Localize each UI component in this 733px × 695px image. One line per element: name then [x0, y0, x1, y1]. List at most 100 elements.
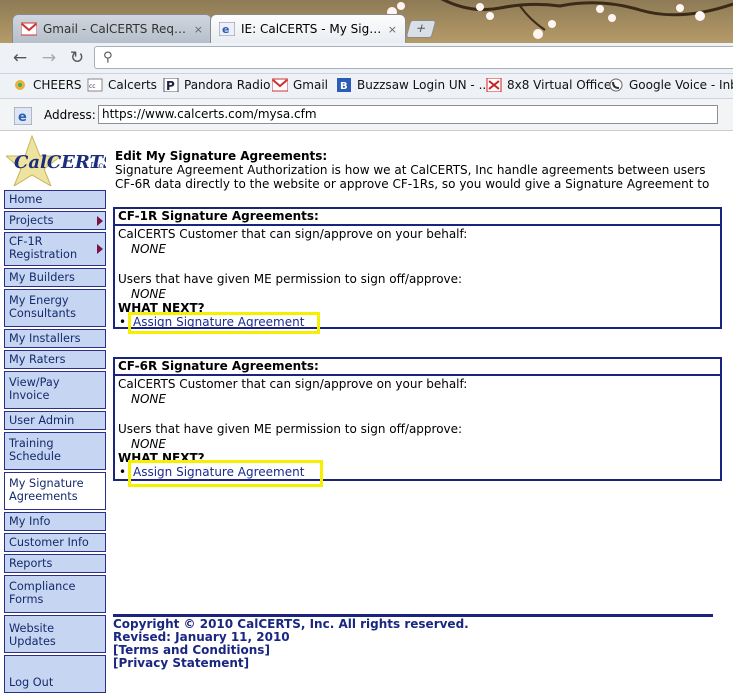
calcerts-logo: CalCERTS Inc.	[6, 134, 106, 186]
phone-icon	[608, 78, 624, 92]
svg-text:P: P	[166, 79, 175, 92]
privacy-link[interactable]: [Privacy Statement]	[113, 657, 713, 670]
sidebar-item-label: User Admin	[9, 414, 75, 427]
navigation-toolbar: ← → ↻ ⚲	[0, 43, 733, 74]
sidebar-item-label: My Installers	[9, 332, 81, 345]
sidebar-item-my-signature-agreements[interactable]: My Signature Agreements	[4, 472, 106, 510]
sidebar-item-website-updates[interactable]: Website Updates	[4, 615, 106, 653]
users-label: Users that have given ME permission to s…	[118, 272, 463, 286]
bookmark-label: CHEERS	[33, 78, 82, 92]
bookmark-label: 8x8 Virtual Office	[507, 78, 612, 92]
bookmark-buzzsaw[interactable]: B Buzzsaw Login UN - ...	[336, 78, 490, 92]
page-footer: Copyright © 2010 CalCERTS, Inc. All righ…	[113, 614, 713, 670]
pandora-icon: P	[163, 77, 179, 93]
sidebar-item-my-raters[interactable]: My Raters	[4, 350, 106, 369]
svg-text:e: e	[222, 23, 229, 36]
sidebar-item-my-builders[interactable]: My Builders	[4, 268, 106, 287]
tab-gmail[interactable]: Gmail - CalCERTS Reques... ×	[12, 14, 212, 43]
sidebar-item-label: Customer Info	[9, 536, 89, 549]
sidebar-item-projects[interactable]: Projects	[4, 211, 106, 230]
forward-arrow-icon[interactable]: →	[38, 48, 60, 68]
bookmark-label: Pandora Radio	[184, 78, 271, 92]
reload-icon[interactable]: ↻	[66, 48, 88, 68]
sidebar-item-customer-info[interactable]: Customer Info	[4, 533, 106, 552]
section-heading: CF-6R Signature Agreements:	[115, 359, 720, 376]
search-icon: ⚲	[103, 50, 113, 65]
sidebar-item-label: My Energy Consultants	[9, 294, 76, 320]
svg-text:B: B	[340, 81, 348, 92]
svg-text:e: e	[18, 110, 27, 125]
calcerts-icon: cc	[87, 78, 103, 92]
tab-label: Gmail - CalCERTS Reques...	[43, 22, 190, 36]
ie-icon: e	[218, 21, 236, 37]
address-input[interactable]: https://www.calcerts.com/mysa.cfm	[98, 105, 718, 124]
sidebar-item-label: My Builders	[9, 271, 75, 284]
page-title: Edit My Signature Agreements:	[115, 149, 328, 163]
bookmark-label: Google Voice - Inbox	[629, 78, 733, 92]
buzzsaw-icon: B	[336, 78, 352, 92]
highlight-box	[128, 312, 320, 334]
users-label: Users that have given ME permission to s…	[118, 422, 463, 436]
users-value: NONE	[131, 287, 166, 301]
address-label: Address:	[44, 108, 96, 122]
bookmark-8x8[interactable]: 8x8 Virtual Office	[486, 77, 612, 93]
sidebar-item-my-energy-consultants[interactable]: My Energy Consultants	[4, 289, 106, 327]
main-content: Edit My Signature Agreements: Signature …	[115, 149, 733, 191]
submenu-arrow-icon	[97, 244, 103, 254]
bookmark-google-voice[interactable]: Google Voice - Inbox	[608, 78, 733, 92]
sidebar-item-label: Compliance Forms	[9, 580, 76, 606]
highlight-box	[128, 460, 323, 487]
sidebar-item-cf1r-registration[interactable]: CF-1R Registration	[4, 232, 106, 266]
new-tab-button[interactable]: +	[405, 20, 437, 38]
customer-label: CalCERTS Customer that can sign/approve …	[118, 377, 468, 391]
bookmarks-bar: CHEERS cc Calcerts P Pandora Radio Gmail…	[0, 74, 733, 99]
cf1r-agreements-box: CF-1R Signature Agreements: CalCERTS Cus…	[113, 207, 722, 330]
description-line: Signature Agreement Authorization is how…	[115, 163, 706, 177]
8x8-icon	[486, 77, 502, 93]
ie-icon: e	[14, 107, 32, 125]
sidebar-item-training-schedule[interactable]: Training Schedule	[4, 432, 106, 470]
bookmark-gmail[interactable]: Gmail	[271, 78, 328, 92]
omnibox-input[interactable]: ⚲	[94, 46, 733, 69]
back-arrow-icon[interactable]: ←	[9, 48, 31, 68]
sidebar-item-reports[interactable]: Reports	[4, 554, 106, 573]
tab-close-icon[interactable]: ×	[194, 23, 203, 36]
tab-strip: Gmail - CalCERTS Reques... × e IE: CalCE…	[0, 0, 733, 43]
customer-label: CalCERTS Customer that can sign/approve …	[118, 227, 468, 241]
bookmark-calcerts[interactable]: cc Calcerts	[87, 78, 157, 92]
sidebar-item-my-installers[interactable]: My Installers	[4, 329, 106, 348]
customer-value: NONE	[131, 242, 166, 256]
svg-text:Inc.: Inc.	[89, 161, 105, 170]
ie-tab-address-bar: e Address: https://www.calcerts.com/mysa…	[0, 99, 733, 131]
tab-close-icon[interactable]: ×	[388, 23, 397, 36]
bookmark-label: Calcerts	[108, 78, 157, 92]
sidebar-item-label: CF-1R Registration	[9, 235, 78, 261]
bookmark-cheers[interactable]: CHEERS	[12, 78, 82, 92]
sidebar-item-user-admin[interactable]: User Admin	[4, 411, 106, 430]
sidebar-item-label: Home	[9, 193, 43, 206]
sidebar-item-view-pay-invoice[interactable]: View/Pay Invoice	[4, 371, 106, 409]
sidebar-item-label: Log Out	[9, 676, 54, 689]
description-line: CF-6R data directly to the website or ap…	[115, 177, 710, 191]
customer-value: NONE	[131, 392, 166, 406]
sidebar-item-label: Reports	[9, 557, 53, 570]
gmail-icon	[271, 78, 289, 92]
bookmark-label: Buzzsaw Login UN - ...	[357, 78, 491, 92]
bookmark-pandora[interactable]: P Pandora Radio	[163, 77, 271, 93]
sidebar-item-home[interactable]: Home	[4, 190, 106, 209]
sidebar-item-label: Training Schedule	[9, 437, 61, 463]
sidebar-item-label: My Info	[9, 515, 51, 528]
tab-calcerts[interactable]: e IE: CalCERTS - My Signat... ×	[210, 14, 406, 43]
sidebar-item-label: Projects	[9, 214, 54, 227]
sidebar-nav: Home Projects CF-1R Registration My Buil…	[4, 190, 106, 695]
sidebar-item-label: Website Updates	[9, 622, 56, 648]
cheers-icon	[12, 78, 28, 92]
submenu-arrow-icon	[97, 215, 103, 226]
sidebar-item-my-info[interactable]: My Info	[4, 512, 106, 531]
svg-text:cc: cc	[89, 83, 96, 90]
sidebar-item-label: View/Pay Invoice	[9, 376, 60, 402]
users-value: NONE	[131, 437, 166, 451]
sidebar-item-label: My Raters	[9, 353, 66, 366]
sidebar-item-compliance-forms[interactable]: Compliance Forms	[4, 575, 106, 613]
sidebar-item-log-out[interactable]: Log Out	[4, 655, 106, 693]
